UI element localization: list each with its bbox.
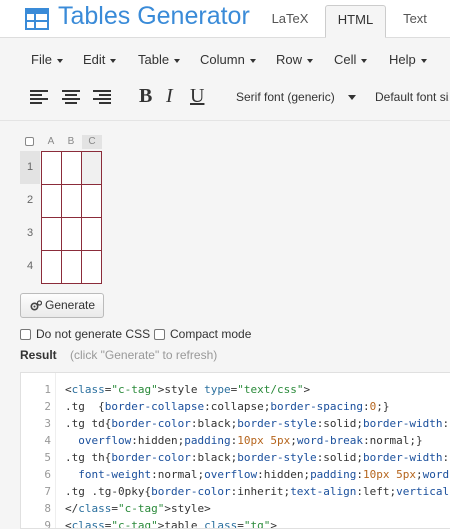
table-cell[interactable]: [61, 250, 82, 284]
line-number: 7: [44, 485, 51, 498]
menu-file[interactable]: File: [31, 52, 63, 67]
result-label: Result: [20, 348, 57, 362]
table-cell[interactable]: [61, 217, 82, 251]
font-size-select[interactable]: Default font siz: [368, 85, 450, 107]
align-right-icon[interactable]: [93, 88, 115, 108]
line-number: 4: [44, 434, 51, 447]
line-number: 5: [44, 451, 51, 464]
select-all-checkbox[interactable]: [25, 137, 34, 146]
code-line: 4 overflow:hidden;padding:10px 5px;word-…: [21, 432, 450, 449]
caret-down-icon: [174, 58, 181, 63]
result-hint: (click "Generate" to refresh): [70, 348, 218, 362]
toolbar: File Edit Table Column Row Cell Help B I…: [0, 38, 450, 121]
menu-column[interactable]: Column: [200, 52, 256, 67]
table-cell[interactable]: [81, 250, 102, 284]
code-text: .tg td{border-color:black;border-style:s…: [65, 417, 450, 430]
font-family-select[interactable]: Serif font (generic): [229, 85, 363, 107]
caret-down-icon: [56, 58, 63, 63]
code-output[interactable]: 1 <class="c-tag">style type="text/css"> 2.…: [20, 372, 450, 529]
table-cell[interactable]: [41, 151, 62, 185]
caret-down-icon: [249, 58, 256, 63]
table-cell[interactable]: [41, 217, 62, 251]
generate-button[interactable]: Generate: [20, 293, 104, 318]
code-line: 5 .tg th{border-color:black;border-style:…: [21, 449, 450, 466]
caret-down-icon: [110, 58, 117, 63]
code-line: 9 <class="c-tag">table class="tg">: [21, 517, 450, 529]
italic-button[interactable]: I: [166, 85, 173, 108]
tab-html[interactable]: HTML: [325, 5, 386, 38]
tab-text[interactable]: Text: [392, 5, 438, 38]
line-number: 3: [44, 417, 51, 430]
column-header-a[interactable]: A: [42, 135, 60, 149]
menu-cell[interactable]: Cell: [334, 52, 368, 67]
bold-button[interactable]: B: [139, 85, 152, 108]
chevron-down-icon: [348, 95, 356, 100]
code-text: <class="c-tag">table class="tg">: [65, 519, 277, 529]
code-text: .tg .tg-0pky{border-color:inherit;text-a…: [65, 485, 450, 498]
caret-down-icon: [361, 58, 368, 63]
code-text: .tg th{border-color:black;border-style:s…: [65, 451, 450, 464]
menu-help[interactable]: Help: [389, 52, 427, 67]
no-css-option[interactable]: Do not generate CSS: [20, 327, 150, 341]
code-text: overflow:hidden;padding:10px 5px;word-br…: [78, 434, 423, 447]
table-cell[interactable]: [81, 217, 102, 251]
table-cell[interactable]: [41, 250, 62, 284]
row-header-3[interactable]: 3: [20, 217, 40, 250]
table-cell[interactable]: [81, 151, 102, 185]
line-number: 6: [44, 468, 51, 481]
compact-mode-option[interactable]: Compact mode: [154, 327, 251, 341]
underline-button[interactable]: U: [190, 85, 204, 108]
table-cell[interactable]: [61, 184, 82, 218]
menu-table[interactable]: Table: [138, 52, 181, 67]
caret-down-icon: [420, 58, 427, 63]
code-line: 3 .tg td{border-color:black;border-style:…: [21, 415, 450, 432]
table-cell[interactable]: [41, 184, 62, 218]
line-number: 1: [44, 383, 51, 396]
line-number: 2: [44, 400, 51, 413]
app-header: Tables Generator LaTeX HTML Text: [0, 0, 450, 38]
align-center-icon[interactable]: [62, 88, 84, 108]
gear-icon: [30, 300, 42, 311]
table-cell[interactable]: [61, 151, 82, 185]
menu-edit[interactable]: Edit: [83, 52, 117, 67]
caret-down-icon: [307, 58, 314, 63]
menu-row[interactable]: Row: [276, 52, 314, 67]
code-line: 8 </class="c-tag">style>: [21, 500, 450, 517]
align-left-icon[interactable]: [30, 88, 52, 108]
code-text: <class="c-tag">style type="text/css">: [65, 383, 311, 396]
code-text: font-weight:normal;overflow:hidden;paddi…: [78, 468, 450, 481]
code-line: 6 font-weight:normal;overflow:hidden;pad…: [21, 466, 450, 483]
code-line: 2 .tg {border-collapse:collapse;border-sp…: [21, 398, 450, 415]
column-header-c[interactable]: C: [82, 135, 102, 149]
row-header-2[interactable]: 2: [20, 184, 40, 217]
line-number: 8: [44, 502, 51, 515]
row-header-4[interactable]: 4: [20, 250, 40, 283]
compact-mode-checkbox[interactable]: [154, 329, 165, 340]
no-css-checkbox[interactable]: [20, 329, 31, 340]
code-line: 1 <class="c-tag">style type="text/css">: [21, 381, 450, 398]
row-header-1[interactable]: 1: [20, 151, 40, 184]
code-text: .tg {border-collapse:collapse;border-spa…: [65, 400, 390, 413]
table-cell[interactable]: [81, 184, 102, 218]
table-logo-icon: [25, 8, 49, 30]
code-text: </class="c-tag">style>: [65, 502, 211, 515]
code-line: 7 .tg .tg-0pky{border-color:inherit;text-…: [21, 483, 450, 500]
column-header-b[interactable]: B: [61, 135, 81, 149]
tab-latex[interactable]: LaTeX: [262, 5, 318, 38]
logo-text[interactable]: Tables Generator: [58, 2, 250, 31]
line-number: 9: [44, 519, 51, 529]
